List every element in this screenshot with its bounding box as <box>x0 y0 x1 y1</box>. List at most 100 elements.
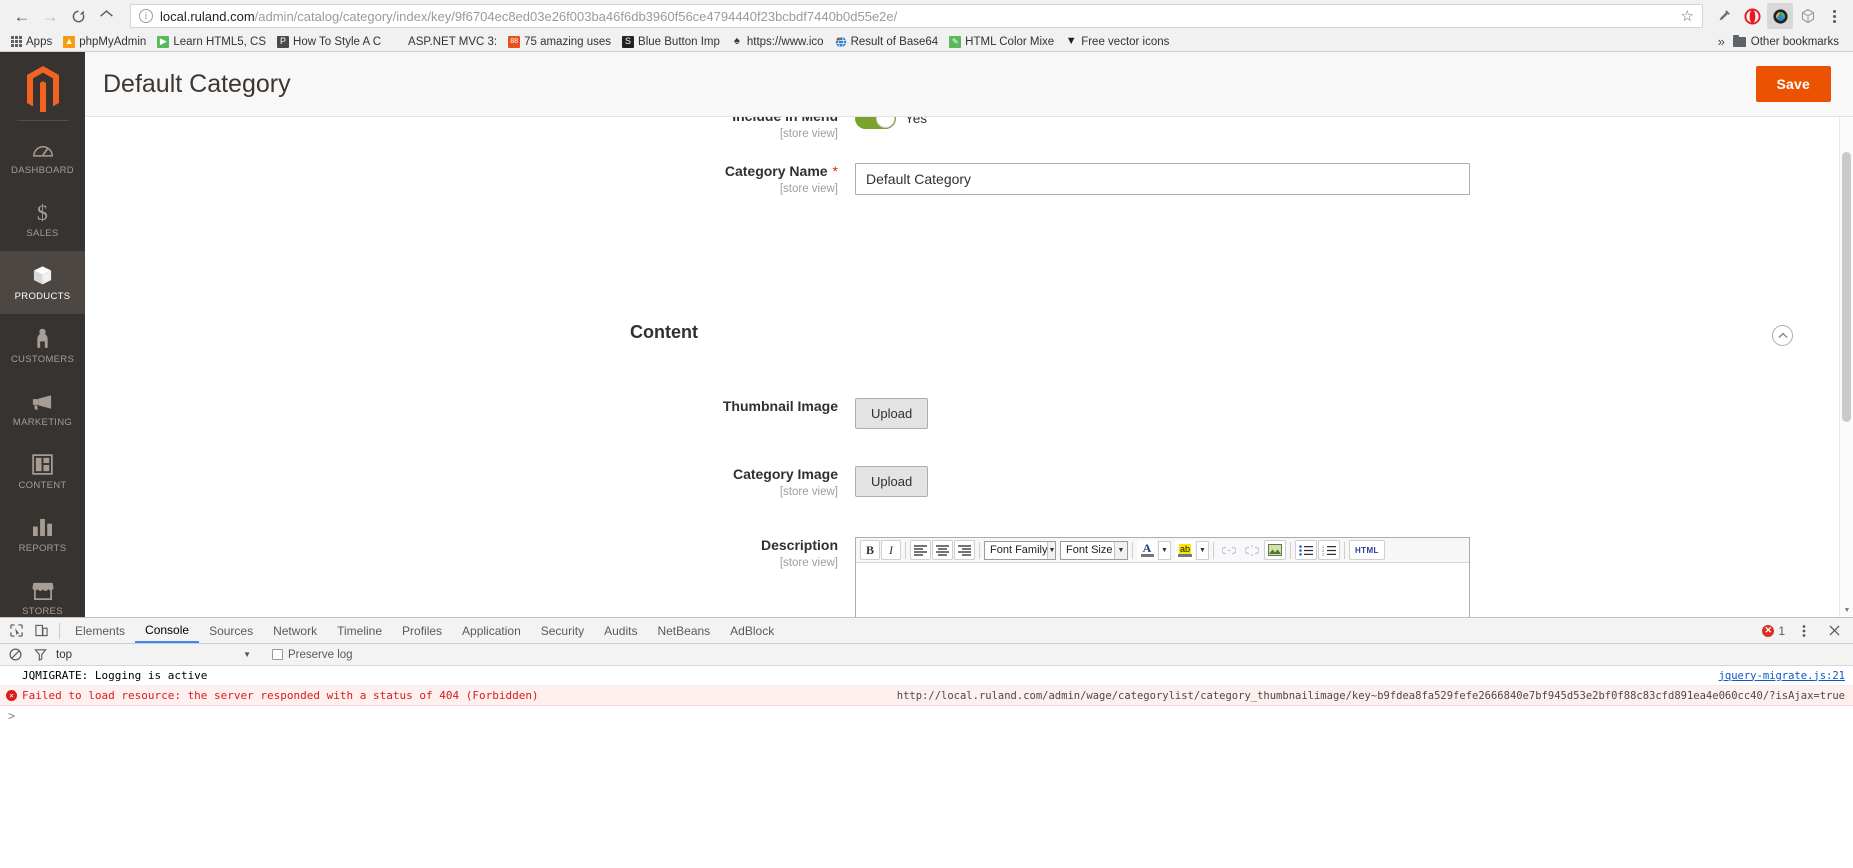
magento-logo[interactable] <box>0 60 85 118</box>
devtools-tab-console[interactable]: Console <box>135 618 200 643</box>
console-prompt[interactable]: > <box>0 706 1853 726</box>
html-source-button[interactable]: HTML <box>1349 540 1385 560</box>
thumbnail-upload-button[interactable]: Upload <box>855 398 929 429</box>
sidebar-item-reports[interactable]: REPORTS <box>0 503 85 566</box>
devtools-tab-netbeans[interactable]: NetBeans <box>647 618 720 643</box>
page-scrollbar[interactable]: ▲ ▼ <box>1839 52 1853 617</box>
category-name-input[interactable] <box>855 163 1470 195</box>
bookmark-blue-button[interactable]: S Blue Button Imp <box>618 35 727 48</box>
forward-button[interactable]: → <box>36 2 64 30</box>
bookmarks-overflow-button[interactable]: » <box>1710 34 1733 49</box>
opera-extension-icon[interactable] <box>1739 3 1765 29</box>
preserve-log-checkbox[interactable] <box>272 649 283 660</box>
sidebar-item-dashboard[interactable]: DASHBOARD <box>0 125 85 188</box>
colorzilla-icon[interactable] <box>1767 3 1793 29</box>
bookmark-apps[interactable]: Apps <box>6 35 59 48</box>
content-collapse-button[interactable] <box>1772 325 1793 346</box>
bookmark-free-vector-icons[interactable]: ▼ Free vector icons <box>1061 36 1176 48</box>
chrome-menu-button[interactable] <box>1823 3 1845 29</box>
bookmark-aspnet-mvc[interactable]: ASP.NET MVC 3: <box>388 36 504 48</box>
dollar-sign-icon: $ <box>36 199 49 225</box>
page-scrollbar-thumb[interactable] <box>1842 152 1851 422</box>
unlink-button[interactable] <box>1241 540 1263 560</box>
chevron-down-icon: ▼ <box>243 650 251 659</box>
filter-button[interactable] <box>31 643 49 667</box>
image-icon <box>1268 544 1282 556</box>
align-right-button[interactable] <box>954 540 975 560</box>
save-button[interactable]: Save <box>1755 66 1831 102</box>
text-color-swatch <box>1140 554 1154 557</box>
insert-image-button[interactable] <box>1264 540 1286 560</box>
bookmark-html-color-mixer[interactable]: ✎ HTML Color Mixe <box>945 35 1061 48</box>
bookmark-learn-html5[interactable]: ▶ Learn HTML5, CS <box>153 35 273 48</box>
devtools-tab-network[interactable]: Network <box>263 618 327 643</box>
bookmark-how-to-style[interactable]: P How To Style A C <box>273 35 388 48</box>
other-bookmarks-button[interactable]: Other bookmarks <box>1732 34 1847 48</box>
font-family-select[interactable]: Font Family ▼ <box>984 540 1056 560</box>
bookmark-label: Apps <box>26 35 53 48</box>
devtools-tab-timeline[interactable]: Timeline <box>327 618 392 643</box>
svg-text:3: 3 <box>1322 553 1324 556</box>
clear-console-button[interactable] <box>6 643 24 667</box>
devtools-more-button[interactable] <box>1791 619 1816 643</box>
bullet-list-button[interactable] <box>1295 540 1317 560</box>
console-source-url[interactable]: http://local.ruland.com/admin/wage/categ… <box>877 690 1845 702</box>
devtools-tab-adblock[interactable]: AdBlock <box>720 618 784 643</box>
text-color-button[interactable]: A <box>1137 540 1157 560</box>
devtools-tab-application[interactable]: Application <box>452 618 531 643</box>
font-size-select[interactable]: Font Size ▼ <box>1060 540 1128 560</box>
align-center-button[interactable] <box>932 540 953 560</box>
sidebar-item-marketing[interactable]: MARKETING <box>0 377 85 440</box>
sidebar-item-stores[interactable]: STORES <box>0 566 85 629</box>
devtools-close-button[interactable] <box>1822 619 1847 643</box>
kebab-menu-icon <box>1802 624 1805 637</box>
numbered-list-button[interactable]: 123 <box>1318 540 1340 560</box>
console-row-error: ✕ Failed to load resource: the server re… <box>0 686 1853 706</box>
sidebar-item-products[interactable]: PRODUCTS <box>0 251 85 314</box>
italic-button[interactable]: I <box>881 540 901 560</box>
thumbnail-image-label-wrap: Thumbnail Image <box>85 398 855 416</box>
toolbar-separator <box>905 541 906 559</box>
eyedropper-icon[interactable] <box>1711 3 1737 29</box>
scroll-down-arrow[interactable]: ▼ <box>1840 603 1853 617</box>
reload-button[interactable] <box>64 2 92 30</box>
bookmark-star-icon[interactable]: ☆ <box>1673 7 1694 25</box>
bookmark-phpmyadmin[interactable]: ▲ phpMyAdmin <box>59 35 153 48</box>
text-color-dropdown[interactable]: ▼ <box>1158 540 1171 560</box>
devtools-tab-audits[interactable]: Audits <box>594 618 647 643</box>
box-extension-icon[interactable] <box>1795 3 1821 29</box>
sidebar-item-content[interactable]: CONTENT <box>0 440 85 503</box>
bookmark-result-base64[interactable]: Result of Base64 <box>831 36 946 48</box>
devtools-tab-profiles[interactable]: Profiles <box>392 618 452 643</box>
site-info-icon[interactable]: i <box>139 9 153 23</box>
address-bar[interactable]: i local.ruland.com/admin/catalog/categor… <box>130 4 1703 28</box>
preserve-log-toggle[interactable]: Preserve log <box>272 649 353 661</box>
category-image-scope: [store view] <box>779 486 838 498</box>
category-upload-button[interactable]: Upload <box>855 466 929 497</box>
bookmark-75-amazing-uses[interactable]: 88 75 amazing uses <box>504 35 618 48</box>
back-button[interactable]: ← <box>8 2 36 30</box>
sidebar-label: MARKETING <box>12 416 73 428</box>
editor-content-area[interactable] <box>856 563 1469 617</box>
console-source-link[interactable]: jquery-migrate.js:21 <box>1699 670 1845 682</box>
sidebar-label: REPORTS <box>18 542 67 554</box>
highlight-color-button[interactable]: ab <box>1175 540 1195 560</box>
console-output: JQMIGRATE: Logging is active jquery-migr… <box>0 666 1853 726</box>
sidebar-item-sales[interactable]: $ SALES <box>0 188 85 251</box>
insert-link-button[interactable] <box>1218 540 1240 560</box>
home-button[interactable] <box>92 2 120 30</box>
devtools-tab-sources[interactable]: Sources <box>199 618 263 643</box>
console-context-select[interactable]: top ▼ <box>56 649 251 661</box>
sidebar-item-customers[interactable]: CUSTOMERS <box>0 314 85 377</box>
highlight-color-dropdown[interactable]: ▼ <box>1196 540 1209 560</box>
bookmark-label: Free vector icons <box>1081 35 1170 48</box>
console-message: Failed to load resource: the server resp… <box>22 689 539 702</box>
customers-person-icon <box>35 327 50 351</box>
error-count-badge[interactable]: ✕ 1 <box>1762 624 1785 638</box>
bookmark-icons-site[interactable]: ♠ https://www.ico <box>727 36 831 48</box>
toolbar-separator <box>1213 541 1214 559</box>
console-context-value: top <box>56 648 72 661</box>
devtools-tab-security[interactable]: Security <box>531 618 594 643</box>
bold-button[interactable]: B <box>860 540 880 560</box>
align-left-button[interactable] <box>910 540 931 560</box>
